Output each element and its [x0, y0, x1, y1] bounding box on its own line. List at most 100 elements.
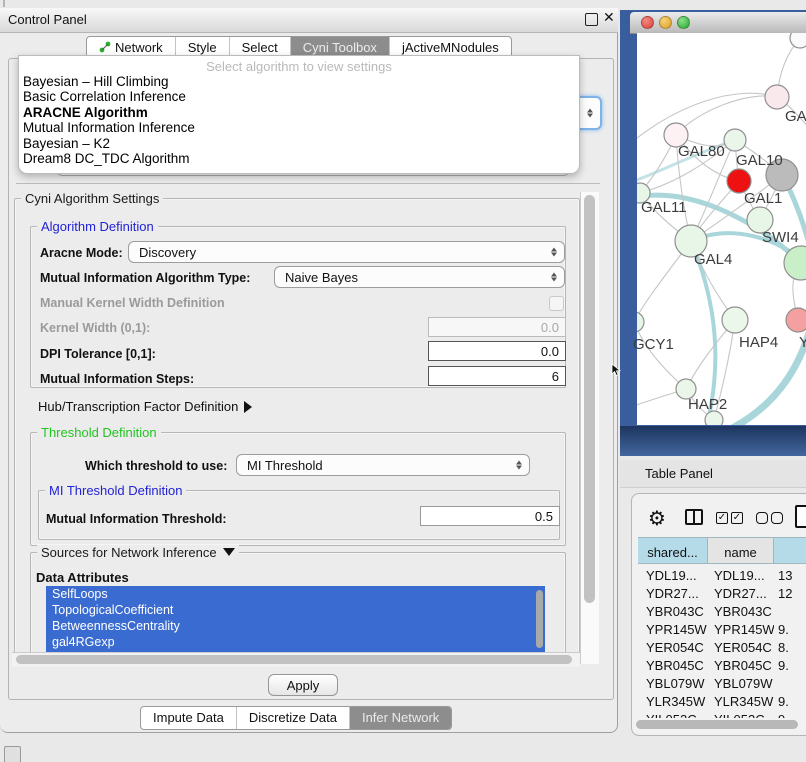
table-panel-title: Table Panel [645, 466, 713, 481]
node-label-gcy1: GCY1 [633, 336, 674, 353]
table-row[interactable]: YBR045CYBR045C9. [638, 658, 806, 676]
group-title: MI Threshold Definition [45, 483, 186, 498]
application-window: Control Panel ✕ Network Style Select Cyn… [0, 0, 806, 762]
node-label-gal4: GAL4 [694, 251, 732, 268]
settings-vertical-scrollbar[interactable] [580, 192, 599, 664]
kernel-width-label: Kernel Width (0,1): [40, 321, 150, 335]
sources-expander[interactable]: Sources for Network Inference [37, 545, 239, 560]
scrollbar-thumb[interactable] [584, 195, 595, 603]
gear-icon[interactable]: ⚙ [648, 506, 666, 531]
close-traffic-light-icon[interactable] [641, 16, 654, 29]
node-label-gal80: GAL80 [678, 143, 725, 160]
network-window-bottom-frame [620, 426, 806, 456]
node-label-gal10: GAL10 [736, 152, 783, 169]
column-header-partial[interactable] [774, 537, 806, 564]
attribute-item[interactable]: gal4RGexp [46, 634, 545, 650]
column-header-shared[interactable]: shared... [638, 537, 708, 564]
data-attributes-label: Data Attributes [36, 570, 129, 585]
control-panel-titlebar [0, 8, 618, 33]
settings-horizontal-scrollbar[interactable] [12, 652, 580, 667]
group-title: Algorithm Definition [37, 219, 158, 234]
dropdown-item[interactable]: Bayesian – K2 [19, 136, 579, 151]
collapsed-arrow-icon [244, 401, 252, 413]
node [765, 85, 789, 109]
group-border-line [16, 183, 600, 184]
table-row[interactable]: YER054CYER054C8. [638, 640, 806, 658]
dropdown-item[interactable]: Dream8 DC_TDC Algorithm [19, 151, 579, 166]
mi-type-label: Mutual Information Algorithm Type: [40, 271, 250, 285]
dropdown-item[interactable]: Basic Correlation Inference [19, 89, 579, 104]
manual-kernel-label: Manual Kernel Width Definition [40, 296, 225, 310]
aracne-mode-label: Aracne Mode: [40, 246, 123, 260]
control-panel-title: Control Panel [8, 12, 87, 27]
mi-steps-label: Mutual Information Steps: [40, 372, 194, 386]
table-row[interactable]: YDL19...YDL19...13 [638, 568, 806, 586]
mi-threshold-field[interactable]: 0.5 [420, 506, 560, 526]
mi-steps-field[interactable]: 6 [428, 366, 566, 386]
hub-definition-expander[interactable]: Hub/Transcription Factor Definition [38, 399, 252, 414]
network-icon [99, 41, 111, 53]
minimize-traffic-light-icon[interactable] [659, 16, 672, 29]
which-threshold-label: Which threshold to use: [85, 459, 227, 473]
aracne-mode-select[interactable]: Discovery [128, 241, 565, 263]
dropdown-item[interactable]: Bayesian – Hill Climbing [19, 74, 579, 89]
edge [637, 322, 686, 389]
table-row[interactable]: YPR145WYPR145W9. [638, 622, 806, 640]
columns-icon[interactable] [685, 509, 703, 525]
unchecked-checkbox-icon[interactable] [756, 512, 768, 524]
dpi-tolerance-field[interactable]: 0.0 [428, 341, 566, 361]
spinner-icon [516, 461, 522, 470]
which-threshold-select[interactable]: MI Threshold [236, 454, 530, 476]
node-label-swi4: SWI4 [762, 229, 799, 246]
table-row[interactable]: YLR345WYLR345W9. [638, 694, 806, 712]
scrollbar-thumb[interactable] [16, 655, 572, 664]
dropdown-item-selected[interactable]: ARACNE Algorithm [19, 105, 579, 120]
node-gcy1 [637, 312, 644, 332]
bottom-tabs: Impute Data Discretize Data Infer Networ… [140, 706, 452, 730]
data-attributes-list: SelfLoops TopologicalCoefficient Between… [46, 586, 545, 652]
mi-threshold-label: Mutual Information Threshold: [46, 512, 227, 526]
zoom-traffic-light-icon[interactable] [677, 16, 690, 29]
node-label-hap2: HAP2 [688, 396, 727, 413]
scrollbar-thumb[interactable] [636, 720, 798, 729]
node-label-gal1: GAL1 [744, 190, 782, 207]
group-title: Cyni Algorithm Settings [21, 191, 163, 206]
top-notch-decoration [3, 0, 5, 7]
document-icon[interactable] [795, 505, 806, 528]
float-window-icon[interactable] [585, 13, 598, 26]
network-window-titlebar[interactable] [630, 12, 806, 34]
node-salmon [786, 308, 806, 332]
table-row[interactable]: YBL079WYBL079W [638, 676, 806, 694]
tab-discretize-data[interactable]: Discretize Data [237, 707, 350, 729]
minimized-panel-icon[interactable] [4, 746, 21, 762]
attribute-item[interactable]: TopologicalCoefficient [46, 602, 545, 618]
apply-button[interactable]: Apply [268, 674, 338, 696]
mouse-cursor [611, 363, 622, 382]
node-label-hap4: HAP4 [739, 334, 778, 351]
column-header-name[interactable]: name [708, 537, 774, 564]
checked-checkbox-icon[interactable]: ✓ [716, 512, 728, 524]
checked-checkbox-icon[interactable]: ✓ [731, 512, 743, 524]
table-row[interactable]: YBR043CYBR043C [638, 604, 806, 622]
node-gal10 [724, 129, 746, 151]
kernel-width-field[interactable]: 0.0 [428, 317, 566, 337]
tab-infer-network[interactable]: Infer Network [350, 707, 451, 729]
close-icon[interactable]: ✕ [603, 9, 615, 26]
node-label-partial: Y [799, 334, 806, 351]
mi-type-select[interactable]: Naive Bayes [274, 266, 565, 288]
table-row[interactable]: YDR27...YDR27...12 [638, 586, 806, 604]
attribute-item[interactable]: SelfLoops [46, 586, 545, 602]
node [790, 33, 806, 48]
attribute-item[interactable]: BetweennessCentrality [46, 618, 545, 634]
manual-kernel-checkbox[interactable] [549, 296, 564, 311]
node-label-gal11: GAL11 [641, 199, 687, 216]
table-horizontal-scrollbar[interactable] [634, 718, 806, 731]
list-scrollbar[interactable] [536, 590, 543, 648]
node [705, 411, 723, 425]
dropdown-item[interactable]: Mutual Information Inference [19, 120, 579, 135]
spinner-icon [551, 273, 557, 282]
unchecked-checkbox-icon[interactable] [771, 512, 783, 524]
tab-impute-data[interactable]: Impute Data [141, 707, 237, 729]
edge [676, 96, 777, 135]
dpi-tolerance-label: DPI Tolerance [0,1]: [40, 347, 156, 361]
